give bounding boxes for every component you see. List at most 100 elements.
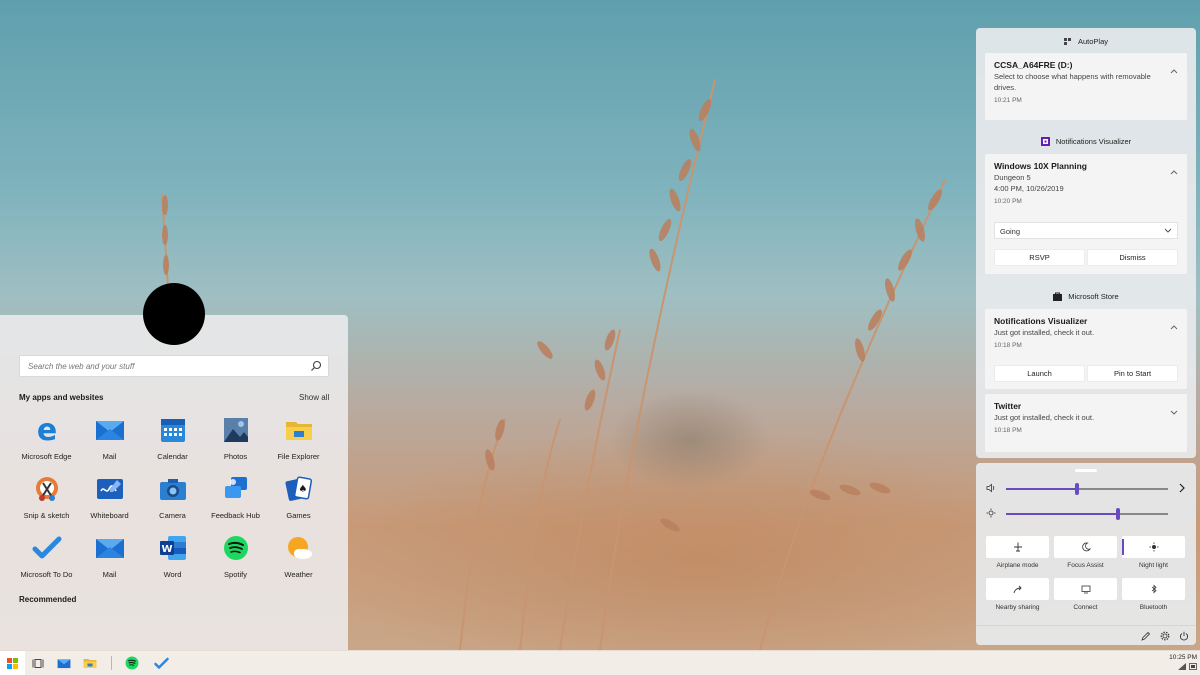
- search-input[interactable]: [28, 361, 298, 371]
- taskbar-mail[interactable]: [56, 655, 72, 671]
- tile-focus-assist[interactable]: Focus Assist: [1054, 536, 1117, 570]
- rsvp-select[interactable]: Going: [994, 222, 1178, 239]
- app-camera[interactable]: Camera: [141, 474, 204, 522]
- taskbar-separator: [111, 656, 112, 670]
- svg-text:W: W: [161, 544, 172, 555]
- app-photos[interactable]: Photos: [204, 415, 267, 463]
- visualizer-icon: [1040, 137, 1050, 146]
- todo-icon: [153, 657, 169, 669]
- tile-button[interactable]: [1054, 578, 1117, 600]
- tile-label: Bluetooth: [1139, 604, 1168, 611]
- brightness-slider[interactable]: [1006, 508, 1168, 520]
- spotify-icon: [221, 533, 251, 563]
- task-view-button[interactable]: [30, 655, 46, 671]
- autoplay-icon: [1063, 37, 1071, 45]
- volume-thumb[interactable]: [1075, 483, 1079, 495]
- action-center: AutoPlay CCSA_A64FRE (D:) Select to choo…: [976, 28, 1196, 458]
- app-feedback-hub[interactable]: Feedback Hub: [204, 474, 267, 522]
- tile-connect[interactable]: Connect: [1054, 578, 1117, 612]
- tile-label: Airplane mode: [996, 562, 1039, 569]
- app-mail[interactable]: Mail: [78, 415, 141, 463]
- taskbar-clock[interactable]: 10:25 PM: [1157, 654, 1197, 670]
- taskbar-spotify[interactable]: [124, 655, 140, 671]
- avatar[interactable]: [143, 283, 205, 345]
- tile-night-light[interactable]: Night light: [1122, 536, 1185, 570]
- notification-twitter[interactable]: Twitter Just got installed, check it out…: [985, 394, 1187, 452]
- brightness-fill: [1006, 513, 1118, 515]
- tile-bluetooth[interactable]: Bluetooth: [1122, 578, 1185, 612]
- rsvp-button[interactable]: RSVP: [994, 249, 1085, 266]
- folder-icon: [83, 659, 97, 668]
- app-label: Calendar: [157, 452, 188, 461]
- start-button[interactable]: [0, 651, 25, 675]
- group-header-visualizer: Notifications Visualizer: [976, 137, 1196, 146]
- tile-nearby-sharing[interactable]: Nearby sharing: [986, 578, 1049, 612]
- games-icon: ♠: [284, 474, 314, 504]
- chevron-down-icon[interactable]: [1170, 408, 1178, 416]
- recommended-heading: Recommended: [19, 595, 77, 604]
- app-label: Games: [286, 511, 311, 520]
- search-icon[interactable]: [310, 360, 322, 372]
- group-header-label: Notifications Visualizer: [1055, 137, 1132, 146]
- brightness-thumb[interactable]: [1116, 508, 1120, 520]
- app-microsoft-to-do[interactable]: Microsoft To Do: [15, 533, 78, 581]
- tile-button[interactable]: [1054, 536, 1117, 558]
- pin-to-start-button[interactable]: Pin to Start: [1087, 365, 1178, 382]
- notification-body: Just got installed, check it out.: [994, 413, 1095, 422]
- app-whiteboard[interactable]: Whiteboard: [78, 474, 141, 522]
- app-microsoft-edge[interactable]: e Microsoft Edge: [15, 415, 78, 463]
- share-icon: [1013, 585, 1022, 594]
- app-label: Camera: [159, 511, 186, 520]
- show-all-link[interactable]: Show all: [299, 393, 329, 402]
- svg-text:e: e: [36, 415, 56, 445]
- edit-pencil-icon[interactable]: [1141, 631, 1151, 641]
- chevron-up-icon[interactable]: [1170, 67, 1178, 75]
- tile-button[interactable]: [986, 578, 1049, 600]
- chevron-up-icon[interactable]: [1170, 323, 1178, 331]
- todo-icon: [32, 533, 62, 563]
- chevron-up-icon[interactable]: [1170, 168, 1178, 176]
- clock-time: 10:25 PM: [1169, 654, 1197, 661]
- tile-label: Night light: [1139, 562, 1168, 569]
- app-calendar[interactable]: Calendar: [141, 415, 204, 463]
- chevron-right-icon[interactable]: [1178, 483, 1186, 493]
- app-weather[interactable]: Weather: [267, 533, 330, 581]
- svg-text:♠: ♠: [298, 484, 307, 495]
- app-word[interactable]: W Word: [141, 533, 204, 581]
- gear-icon[interactable]: [1160, 631, 1170, 641]
- app-games[interactable]: ♠ Games: [267, 474, 330, 522]
- drag-handle[interactable]: [1075, 469, 1097, 472]
- tile-label: Connect: [1073, 604, 1098, 611]
- taskbar-to-do[interactable]: [153, 655, 169, 671]
- taskbar-file-explorer[interactable]: [82, 655, 98, 671]
- notification-calendar[interactable]: Windows 10X Planning Dungeon 5 4:00 PM, …: [985, 154, 1187, 274]
- tile-button[interactable]: [986, 536, 1049, 558]
- dismiss-button[interactable]: Dismiss: [1087, 249, 1178, 266]
- notification-store-installed[interactable]: Notifications Visualizer Just got instal…: [985, 309, 1187, 389]
- wifi-icon[interactable]: [1178, 663, 1186, 670]
- tile-button[interactable]: [1122, 578, 1185, 600]
- snip-icon: [32, 474, 62, 504]
- volume-icon[interactable]: [986, 483, 996, 493]
- app-file-explorer[interactable]: File Explorer: [267, 415, 330, 463]
- notification-time: 10:18 PM: [994, 342, 1022, 349]
- tile-airplane-mode[interactable]: Airplane mode: [986, 536, 1049, 570]
- tile-label: Nearby sharing: [995, 604, 1040, 611]
- edge-icon: e: [32, 415, 62, 445]
- app-spotify[interactable]: Spotify: [204, 533, 267, 581]
- tile-button-active[interactable]: [1122, 536, 1185, 558]
- app-mail-2[interactable]: Mail: [78, 533, 141, 581]
- search-box[interactable]: [19, 355, 329, 377]
- chevron-down-icon: [1164, 228, 1172, 233]
- volume-slider[interactable]: [1006, 483, 1168, 495]
- power-icon[interactable]: [1179, 631, 1189, 641]
- volume-fill: [1006, 488, 1077, 490]
- battery-icon[interactable]: [1189, 663, 1197, 670]
- brightness-icon: [986, 508, 996, 518]
- quick-settings-footer: [976, 625, 1196, 645]
- notification-autoplay[interactable]: CCSA_A64FRE (D:) Select to choose what h…: [985, 53, 1187, 120]
- group-header-label: Microsoft Store: [1068, 292, 1119, 301]
- launch-button[interactable]: Launch: [994, 365, 1085, 382]
- calendar-icon: [158, 415, 188, 445]
- app-snip-sketch[interactable]: Snip & sketch: [15, 474, 78, 522]
